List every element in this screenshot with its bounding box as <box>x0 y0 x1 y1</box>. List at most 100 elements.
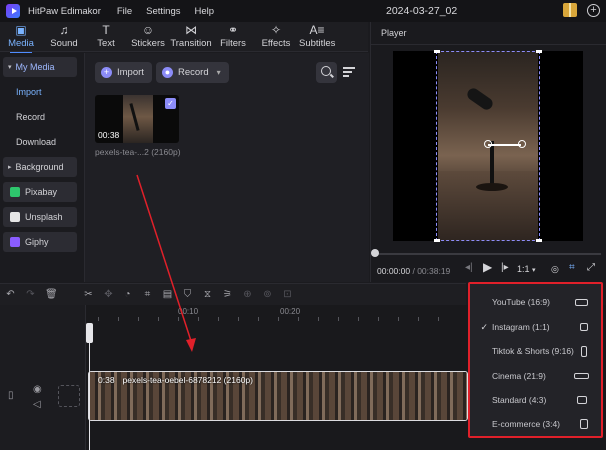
checkbox-checked-icon[interactable]: ✓ <box>165 98 176 109</box>
aspect-ratio-menu: YouTube (16:9) ✓ Instagram (1:1) Tiktok … <box>468 282 603 438</box>
aspect-ratio-button[interactable]: 1:1 ▾ <box>517 264 536 274</box>
adjust-icon[interactable]: ⚞ <box>222 289 233 300</box>
delete-icon[interactable]: 🗑 <box>45 289 58 300</box>
plus-icon: + <box>101 67 112 78</box>
search-icon[interactable] <box>316 62 337 83</box>
add-marker-icon[interactable]: ✥ <box>103 289 114 300</box>
sidebar-item-unsplash[interactable]: Unsplash <box>3 207 77 227</box>
menu-file[interactable]: File <box>117 6 132 17</box>
giphy-logo-icon <box>10 237 20 247</box>
redo-icon[interactable]: ↷ <box>25 289 36 300</box>
add-circle-icon[interactable]: + <box>587 3 600 17</box>
tab-text[interactable]: T Text <box>95 23 117 50</box>
player-panel: Player 00:00:00 / 00:38:19 ◂| ▶ |▸ 1:1 ▾… <box>370 22 606 282</box>
track-layout-icon[interactable]: ▯ <box>8 390 14 401</box>
ruler-label-10: 00:10 <box>178 307 199 316</box>
fullscreen-icon[interactable]: ⤢ <box>587 262 595 273</box>
play-icon[interactable]: ▶ <box>483 260 492 274</box>
record-icon: ● <box>162 67 173 78</box>
sidebar-import-label: Import <box>16 87 42 97</box>
mask-icon[interactable]: ⛉ <box>182 289 193 300</box>
tab-effects[interactable]: ✧ Effects <box>261 23 291 50</box>
tab-stickers[interactable]: ☺ Stickers <box>131 23 165 50</box>
freeze-frame-icon[interactable]: ▤ <box>162 289 173 300</box>
scrubber-knob[interactable] <box>371 249 379 257</box>
ratio-option-standard[interactable]: Standard (4:3) <box>470 390 601 410</box>
speed-icon[interactable]: ◔ <box>122 289 133 300</box>
sidebar-item-download[interactable]: Download <box>3 132 77 152</box>
tab-sound[interactable]: ♫ Sound <box>49 23 79 50</box>
export-frame-icon[interactable]: ⊡ <box>282 289 293 300</box>
widescreen-21-9-icon <box>574 373 589 379</box>
speaker-mute-icon[interactable]: ◁ <box>33 399 41 410</box>
previous-frame-icon[interactable]: ◂| <box>465 262 473 273</box>
mirror-icon[interactable]: ⧖ <box>202 289 213 300</box>
ratio-option-label: Standard (4:3) <box>492 395 547 405</box>
smiley-icon: ☺ <box>141 23 155 37</box>
text-t-icon: T <box>102 23 110 37</box>
check-icon: ✓ <box>480 321 488 332</box>
time-ruler[interactable]: 00:10 00:20 <box>88 305 468 323</box>
sidebar-item-background[interactable]: ▸ Background <box>3 157 77 177</box>
tab-subtitles[interactable]: A≡ Subtitles <box>299 24 335 50</box>
sidebar-item-pixabay[interactable]: Pixabay <box>3 182 77 202</box>
track-cover-image-icon[interactable] <box>58 385 80 407</box>
clip-label: 0:38 pexels-tea-oebel-6878212 (2160p) <box>98 375 253 385</box>
ratio-option-cinema[interactable]: Cinema (21:9) <box>470 366 601 386</box>
sidebar-item-import[interactable]: Import <box>3 82 77 102</box>
transform-handle[interactable] <box>484 140 492 148</box>
rotate-handle[interactable] <box>518 140 526 148</box>
ratio-option-tiktok[interactable]: Tiktok & Shorts (9:16) <box>470 341 601 361</box>
music-note-icon: ♫ <box>59 23 69 37</box>
ratio-option-label: E-commerce (3:4) <box>492 419 561 429</box>
aspect-ratio-value: 1:1 <box>517 264 530 274</box>
import-button[interactable]: + Import <box>95 62 152 83</box>
title-bar: HitPaw Edimakor File Settings Help 2024-… <box>0 0 606 22</box>
tab-transition[interactable]: ⋈ Transition <box>170 24 212 50</box>
crop-tool-icon[interactable]: ⌗ <box>142 289 153 300</box>
sparkle-icon: ✧ <box>270 23 282 37</box>
gift-icon[interactable] <box>563 3 577 17</box>
timecode: 00:00:00 / 00:38:19 <box>377 266 450 276</box>
ratio-option-instagram[interactable]: ✓ Instagram (1:1) <box>470 317 601 337</box>
sidebar-item-record[interactable]: Record <box>3 107 77 127</box>
clip-duration: 0:38 <box>98 375 115 385</box>
undo-icon[interactable]: ↶ <box>5 289 16 300</box>
thumbnail-image <box>123 95 153 143</box>
menu-settings[interactable]: Settings <box>146 6 180 17</box>
split-scissors-icon[interactable]: ✂ <box>83 289 94 300</box>
thumbnail-filename: pexels-tea-...2 (2160p) <box>95 147 181 157</box>
ratio-option-ecommerce[interactable]: E-commerce (3:4) <box>470 414 601 434</box>
record-voice-icon[interactable]: ⊚ <box>262 289 273 300</box>
crop-icon[interactable]: ⌗ <box>569 262 575 273</box>
menu-bar: File Settings Help <box>117 6 214 17</box>
record-button-label: Record <box>178 67 209 78</box>
record-button[interactable]: ● Record ▾ <box>156 62 229 83</box>
media-sidebar: ▾ My Media Import Record Download ▸ Back… <box>0 53 84 282</box>
ratio-option-label: Tiktok & Shorts (9:16) <box>492 346 574 356</box>
sidebar-item-giphy[interactable]: Giphy <box>3 232 77 252</box>
tab-filters[interactable]: ⚭ Filters <box>220 24 246 50</box>
player-viewport[interactable] <box>393 50 583 242</box>
project-title: 2024-03-27_02 <box>386 5 458 17</box>
sort-icon[interactable] <box>343 67 357 79</box>
menu-help[interactable]: Help <box>195 6 215 17</box>
next-frame-icon[interactable]: |▸ <box>501 262 509 273</box>
sidebar-my-media[interactable]: ▾ My Media <box>3 57 77 77</box>
tab-sound-label: Sound <box>50 38 78 49</box>
ai-tool-icon[interactable]: ⊕ <box>242 289 253 300</box>
tab-media[interactable]: ▣ Media <box>6 24 36 54</box>
timeline-clip[interactable]: 0:38 pexels-tea-oebel-6878212 (2160p) <box>88 371 468 421</box>
portrait-9-16-icon <box>581 345 587 357</box>
ratio-option-youtube[interactable]: YouTube (16:9) <box>470 292 601 312</box>
snapshot-icon[interactable]: ◎ <box>551 264 559 275</box>
playhead-handle[interactable] <box>86 323 93 343</box>
sidebar-giphy-label: Giphy <box>25 237 49 247</box>
app-title: HitPaw Edimakor <box>28 5 101 17</box>
sidebar-my-media-label: My Media <box>15 62 55 72</box>
media-thumbnail[interactable]: 00:38 ✓ <box>95 95 179 143</box>
landscape-16-9-icon <box>575 298 588 306</box>
playback-scrubber[interactable] <box>377 253 601 255</box>
ratio-option-label: YouTube (16:9) <box>492 297 550 307</box>
eye-visibility-icon[interactable]: ◉ <box>33 384 42 395</box>
